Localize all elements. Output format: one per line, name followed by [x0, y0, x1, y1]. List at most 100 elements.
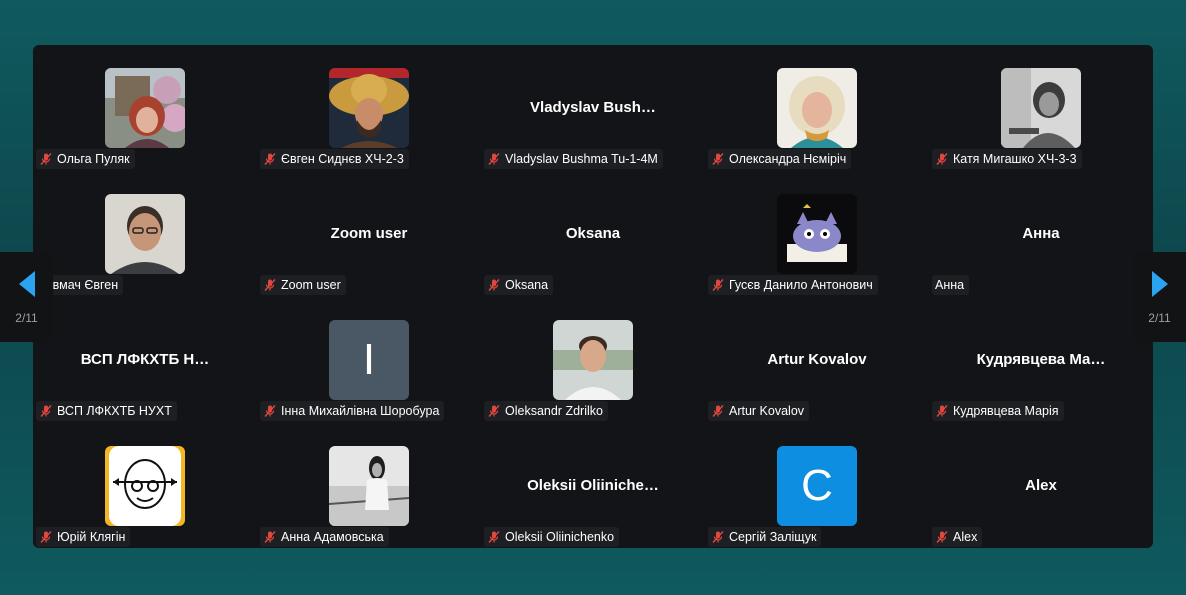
participant-nameplate: Юрій Клягін [36, 527, 131, 547]
participant-name: Євген Сиднєв ХЧ-2-3 [281, 152, 404, 166]
participant-name: Oleksii Oliinichenko [505, 530, 615, 544]
participant-tile[interactable]: Oksana Oksana [481, 171, 705, 297]
chevron-right-icon [1151, 270, 1169, 303]
page-indicator: 2/11 [15, 310, 38, 325]
participant-display-name: Alex [1025, 477, 1057, 494]
participant-nameplate: Alex [932, 527, 983, 547]
participant-tile[interactable]: Товмач Євген [33, 171, 257, 297]
mic-muted-icon [263, 278, 277, 292]
participant-nameplate: Oleksii Oliinichenko [484, 527, 620, 547]
participant-display-name: Vladyslav Bush… [530, 99, 656, 116]
participant-tile[interactable]: Vladyslav Bush… Vladyslav Bushma Tu-1-4M [481, 45, 705, 171]
participant-nameplate: Анна Адамовська [260, 527, 389, 547]
participant-nameplate: Гусєв Данило Антонович [708, 275, 878, 295]
participant-display-name: Zoom user [330, 225, 408, 242]
participant-avatar [1001, 68, 1081, 148]
participant-name: Oleksandr Zdrilko [505, 404, 603, 418]
participant-tile[interactable]: ВСП ЛФКХТБ Н… ВСП ЛФКХТБ НУХТ [33, 297, 257, 423]
mic-muted-icon [39, 152, 53, 166]
participant-tile[interactable]: Кудрявцева Ма… Кудрявцева Марія [929, 297, 1153, 423]
participant-nameplate: Zoom user [260, 275, 346, 295]
participant-nameplate: Oksana [484, 275, 554, 295]
participant-tile[interactable]: C Сергій Заліщук [705, 423, 929, 548]
prev-page-button[interactable]: 2/11 [0, 252, 53, 342]
participant-tile[interactable]: Гусєв Данило Антонович [705, 171, 929, 297]
participant-name: Oksana [505, 278, 549, 292]
next-page-button[interactable]: 2/11 [1133, 252, 1186, 342]
participant-avatar [105, 446, 185, 526]
participant-tile[interactable]: Олександра Нєміріч [705, 45, 929, 171]
mic-muted-icon [263, 530, 277, 544]
participant-nameplate: Oleksandr Zdrilko [484, 401, 608, 421]
avatar-initial: I [362, 335, 376, 384]
participant-name: ВСП ЛФКХТБ НУХТ [57, 404, 172, 418]
participant-tile[interactable]: Artur Kovalov Artur Kovalov [705, 297, 929, 423]
participant-name: Юрій Клягін [57, 530, 126, 544]
mic-muted-icon [487, 278, 501, 292]
participant-tile[interactable]: Alex Alex [929, 423, 1153, 548]
participant-nameplate: Анна [932, 275, 970, 295]
participant-name: Катя Мигашко ХЧ-3-3 [953, 152, 1077, 166]
participant-tile[interactable]: Юрій Клягін [33, 423, 257, 548]
participant-avatar [777, 194, 857, 274]
participant-nameplate: Інна Михайлівна Шоробура [260, 401, 445, 421]
participant-avatar [105, 68, 185, 148]
participant-tile[interactable]: Анна Анна [929, 171, 1153, 297]
participant-tile[interactable]: Катя Мигашко ХЧ-3-3 [929, 45, 1153, 171]
page-indicator: 2/11 [1148, 310, 1171, 325]
mic-muted-icon [935, 530, 949, 544]
participant-name: Artur Kovalov [729, 404, 805, 418]
mic-muted-icon [39, 404, 53, 418]
participant-display-name: Oleksii Oliiniche… [527, 477, 659, 494]
participant-nameplate: Євген Сиднєв ХЧ-2-3 [260, 149, 409, 169]
participant-avatar [105, 194, 185, 274]
participant-avatar [553, 320, 633, 400]
participant-nameplate: Олександра Нєміріч [708, 149, 852, 169]
participant-name: Zoom user [281, 278, 341, 292]
mic-muted-icon [263, 152, 277, 166]
participant-nameplate: ВСП ЛФКХТБ НУХТ [36, 401, 177, 421]
participant-nameplate: Ольга Пуляк [36, 149, 135, 169]
participant-avatar: C [777, 446, 857, 526]
participant-tile[interactable]: Ольга Пуляк [33, 45, 257, 171]
participant-avatar [329, 68, 409, 148]
mic-muted-icon [39, 530, 53, 544]
participant-name: Alex [953, 530, 978, 544]
participant-tile[interactable]: Oleksandr Zdrilko [481, 297, 705, 423]
mic-muted-icon [711, 530, 725, 544]
participant-name: Vladyslav Bushma Tu-1-4M [505, 152, 658, 166]
participant-display-name: Artur Kovalov [767, 351, 867, 368]
participant-tile[interactable]: Євген Сиднєв ХЧ-2-3 [257, 45, 481, 171]
participant-avatar [329, 446, 409, 526]
participant-avatar: I [329, 320, 409, 400]
mic-muted-icon [487, 530, 501, 544]
participant-name: Сергій Заліщук [729, 530, 817, 544]
participant-name: Гусєв Данило Антонович [729, 278, 873, 292]
participant-tile[interactable]: Анна Адамовська [257, 423, 481, 548]
mic-muted-icon [935, 404, 949, 418]
participant-name: Ольга Пуляк [57, 152, 130, 166]
chevron-left-icon [18, 270, 36, 303]
participant-display-name: ВСП ЛФКХТБ Н… [80, 351, 210, 368]
video-gallery: Ольга Пуляк Євген Сиднєв ХЧ-2-3 Vladyslav … [33, 45, 1153, 548]
avatar-initial: C [801, 461, 833, 510]
participant-name: Анна [935, 278, 965, 292]
mic-muted-icon [487, 404, 501, 418]
participant-name: Інна Михайлівна Шоробура [281, 404, 440, 418]
mic-muted-icon [711, 404, 725, 418]
mic-muted-icon [935, 152, 949, 166]
participant-tile[interactable]: Oleksii Oliiniche… Oleksii Oliinichenko [481, 423, 705, 548]
mic-muted-icon [263, 404, 277, 418]
participant-nameplate: Vladyslav Bushma Tu-1-4M [484, 149, 663, 169]
participant-tile[interactable]: Zoom user Zoom user [257, 171, 481, 297]
participant-nameplate: Сергій Заліщук [708, 527, 822, 547]
participant-tile[interactable]: I Інна Михайлівна Шоробура [257, 297, 481, 423]
participant-display-name: Кудрявцева Ма… [976, 351, 1106, 368]
participant-display-name: Oksana [565, 225, 621, 242]
participant-name: Кудрявцева Марія [953, 404, 1059, 418]
mic-muted-icon [487, 152, 501, 166]
participant-display-name: Анна [1022, 225, 1060, 242]
participant-name: Олександра Нєміріч [729, 152, 847, 166]
participant-name: Анна Адамовська [281, 530, 384, 544]
participant-nameplate: Катя Мигашко ХЧ-3-3 [932, 149, 1082, 169]
